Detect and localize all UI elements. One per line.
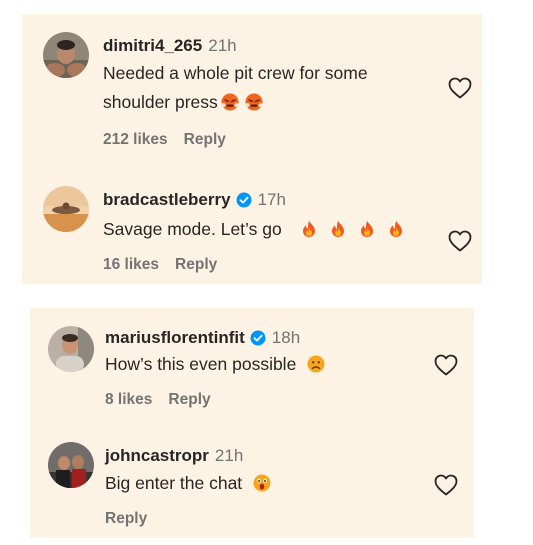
avatar[interactable]	[48, 326, 94, 372]
reply-button[interactable]: Reply	[184, 131, 226, 148]
verified-badge-icon	[236, 192, 252, 208]
comment-timestamp: 21h	[208, 36, 237, 55]
comment-meta: 16 likes Reply	[103, 256, 217, 274]
comment-text: Needed a whole pit crew for some shoulde…	[103, 59, 368, 117]
comment-text-line-2-text: shoulder press	[103, 92, 218, 112]
comment-text: Savage mode. Let’s go	[103, 215, 408, 244]
comment-text-content: How’s this even possible	[105, 354, 297, 374]
comment-timestamp: 18h	[271, 328, 301, 347]
reply-button[interactable]: Reply	[105, 510, 147, 527]
comment-timestamp: 21h	[214, 446, 244, 465]
astonished-face-emoji	[253, 474, 271, 492]
heart-outline-icon[interactable]	[448, 77, 472, 99]
comment-username[interactable]: mariusflorentinfit	[105, 328, 245, 348]
comment-text: How’s this even possible	[105, 350, 328, 379]
comments-panel-2: mariusflorentinfit 18h How’s this even p…	[30, 308, 474, 538]
fire-emoji	[300, 220, 318, 238]
avatar[interactable]	[43, 186, 89, 232]
heart-outline-icon[interactable]	[434, 354, 458, 376]
fire-emoji	[358, 220, 376, 238]
heart-outline-icon[interactable]	[434, 474, 458, 496]
comment-username[interactable]: johncastropr	[105, 446, 209, 466]
face-with-steam-emoji	[245, 93, 263, 111]
likes-count[interactable]: 212 likes	[103, 131, 168, 148]
face-with-steam-emoji	[221, 93, 239, 111]
comment-text-line-2: shoulder press	[103, 88, 368, 117]
comment-username[interactable]: dimitri4_265	[103, 36, 202, 56]
comment-text-line-1: Needed a whole pit crew for some	[103, 63, 368, 83]
comment-item: bradcastleberry 17h Savage mode. Let’s g…	[22, 164, 482, 284]
comment-text-content: Savage mode. Let’s go	[103, 219, 282, 239]
reply-button[interactable]: Reply	[175, 256, 217, 273]
comment-item: mariusflorentinfit 18h How’s this even p…	[30, 308, 474, 426]
likes-count[interactable]: 8 likes	[105, 391, 152, 408]
comment-timestamp: 17h	[257, 190, 286, 209]
fire-emoji	[329, 220, 347, 238]
comments-panel-1: dimitri4_265 21h Needed a whole pit crew…	[22, 14, 482, 284]
comment-meta: Reply	[105, 510, 147, 528]
likes-count[interactable]: 16 likes	[103, 256, 159, 273]
frowning-face-emoji	[307, 355, 325, 373]
comment-meta: 8 likes Reply	[105, 391, 211, 409]
reply-button[interactable]: Reply	[168, 391, 210, 408]
avatar[interactable]	[43, 32, 89, 78]
verified-badge-icon	[250, 330, 266, 346]
comment-item: johncastropr 21h Big enter the chat Repl…	[30, 426, 474, 538]
comment-meta: 212 likes Reply	[103, 131, 226, 149]
comment-text: Big enter the chat	[105, 469, 274, 498]
avatar[interactable]	[48, 442, 94, 488]
comment-text-content: Big enter the chat	[105, 473, 243, 493]
fire-emoji	[387, 220, 405, 238]
comment-item: dimitri4_265 21h Needed a whole pit crew…	[22, 14, 482, 164]
comment-username[interactable]: bradcastleberry	[103, 190, 231, 210]
heart-outline-icon[interactable]	[448, 230, 472, 252]
